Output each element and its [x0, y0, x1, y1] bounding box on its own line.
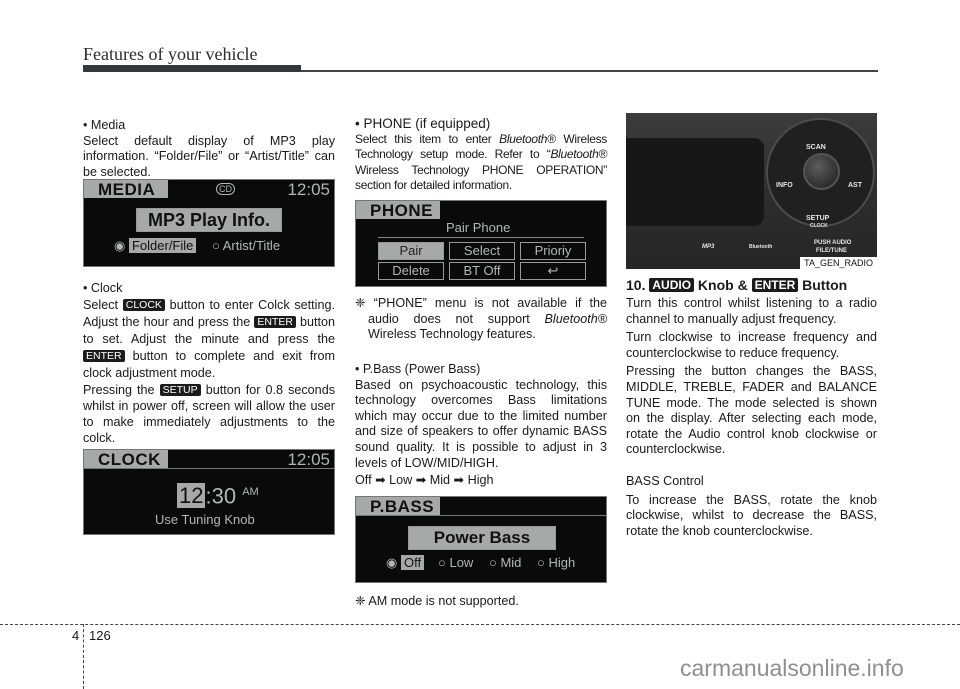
clock-screen-time: 12:05 — [287, 450, 330, 469]
pair-phone-menu: Pair Phone — [446, 220, 511, 235]
audio-knob — [803, 153, 840, 190]
option-high: ○ High — [537, 555, 576, 570]
mp3-logo: MP3 — [702, 244, 715, 250]
bass-control-heading: BASS Control — [626, 473, 704, 488]
chapter-number: 4 — [72, 628, 80, 643]
phone-section: • PHONE (if equipped) Select this item t… — [355, 116, 607, 194]
clock-hour: 12 — [177, 483, 206, 509]
priority-button: Prioriy — [520, 242, 586, 260]
clock-label: CLOCK — [810, 223, 828, 229]
pbass-text: Based on psychoacoustic technology, this… — [355, 377, 607, 470]
pbass-screen-title: P.BASS — [356, 497, 440, 516]
delete-button: Delete — [378, 262, 444, 280]
enter-key-tag: ENTER — [254, 315, 296, 328]
radio-photo: SCAN INFO AST SETUP CLOCK MP3 Bluetooth … — [626, 113, 877, 269]
clock-text-2: Pressing the SETUP button for 0.8 second… — [83, 382, 335, 445]
phone-screen-title: PHONE — [356, 201, 440, 220]
footer-rule — [0, 624, 960, 625]
cd-icon: CD — [216, 183, 235, 195]
option-folder-file: ◉ Folder/File — [114, 238, 197, 254]
pbass-section: • P.Bass (Power Bass) Based on psychoaco… — [355, 362, 607, 489]
enter-key-tag: ENTER — [751, 278, 799, 292]
file-tune-label: FILE/TUNE — [816, 248, 847, 254]
mp3-play-info-menu: MP3 Play Info. — [136, 208, 282, 232]
option-mid: ○ Mid — [489, 555, 522, 570]
footer-divider — [83, 624, 84, 689]
clock-section: • Clock Select CLOCK button to enter Col… — [83, 281, 335, 446]
column-1: • Media Select default display of MP3 pl… — [83, 118, 335, 180]
select-button: Select — [449, 242, 515, 260]
clock-ampm: AM — [242, 486, 259, 498]
section-heading: 10. AUDIO Knob & ENTER Button — [626, 277, 848, 293]
clock-bullet: • Clock — [83, 281, 123, 295]
media-screen: MEDIA CD 12:05 MP3 Play Info. ◉ Folder/F… — [83, 179, 335, 267]
para-2: Turn clockwise to increase frequency and… — [626, 330, 877, 360]
clock-minute: 30 — [211, 483, 237, 509]
watermark: carmanualsonline.info — [680, 655, 904, 681]
back-icon: ↩ — [520, 262, 586, 280]
page-header-title: Features of your vehicle — [83, 44, 258, 64]
page-number: 126 — [89, 628, 111, 643]
media-text: Select default display of MP3 play infor… — [83, 133, 335, 179]
clock-screen: CLOCK 12:05 12:30 AM Use Tuning Knob — [83, 449, 335, 535]
media-screen-title: MEDIA — [84, 180, 168, 199]
media-bullet: • Media — [83, 118, 126, 132]
para-4: To increase the BASS, rotate the knob cl… — [626, 492, 877, 538]
audio-key-tag: AUDIO — [649, 278, 695, 292]
scan-label: SCAN — [806, 144, 826, 151]
option-artist-title: ○ Artist/Title — [212, 238, 281, 253]
clock-text-1: Select CLOCK button to enter Colck setti… — [83, 297, 336, 380]
header-rule — [301, 70, 878, 72]
ast-label: AST — [848, 182, 862, 189]
pair-button: Pair — [378, 242, 444, 260]
header-bar — [83, 65, 301, 72]
clock-time-setting: 12:30 AM — [177, 483, 259, 509]
enter-key-tag: ENTER — [83, 349, 125, 362]
phone-note: ❈ “PHONE” menu is not available if the a… — [355, 296, 607, 342]
note-mark: ❈ — [355, 296, 366, 310]
setup-label: SETUP — [806, 215, 830, 222]
option-off: ◉ Off — [386, 555, 425, 571]
para-1: Turn this control whilst listening to a … — [626, 296, 877, 326]
pbass-screen: P.BASS Power Bass ◉ Off ○ Low ○ Mid ○ Hi… — [355, 496, 607, 583]
audio-knob-section: 10. AUDIO Knob & ENTER Button Turn this … — [626, 276, 877, 539]
phone-bullet: • PHONE (if equipped) — [355, 116, 491, 131]
clock-key-tag: CLOCK — [122, 298, 165, 311]
am-note: ❈ AM mode is not supported. — [355, 594, 519, 608]
photo-caption: TA_GEN_RADIO — [800, 257, 877, 269]
pbass-sequence: Off ➡ Low ➡ Mid ➡ High — [355, 473, 494, 488]
option-low: ○ Low — [438, 555, 474, 570]
setup-key-tag: SETUP — [159, 383, 201, 396]
para-3: Pressing the button changes the BASS, MI… — [626, 364, 877, 457]
bt-off-button: BT Off — [449, 262, 515, 280]
radio-display — [626, 138, 764, 226]
info-label: INFO — [776, 182, 793, 189]
power-bass-menu: Power Bass — [408, 526, 556, 550]
clock-screen-title: CLOCK — [84, 450, 168, 469]
clock-hint: Use Tuning Knob — [155, 512, 255, 527]
media-screen-time: 12:05 — [287, 180, 330, 199]
push-audio-label: PUSH AUDIO — [814, 240, 852, 246]
phone-text: Select this item to enter Bluetooth® Wir… — [355, 131, 607, 193]
phone-screen: PHONE Pair Phone Pair Select Prioriy Del… — [355, 200, 607, 287]
bluetooth-logo: Bluetooth — [749, 244, 773, 250]
pbass-bullet: • P.Bass (Power Bass) — [355, 362, 481, 376]
